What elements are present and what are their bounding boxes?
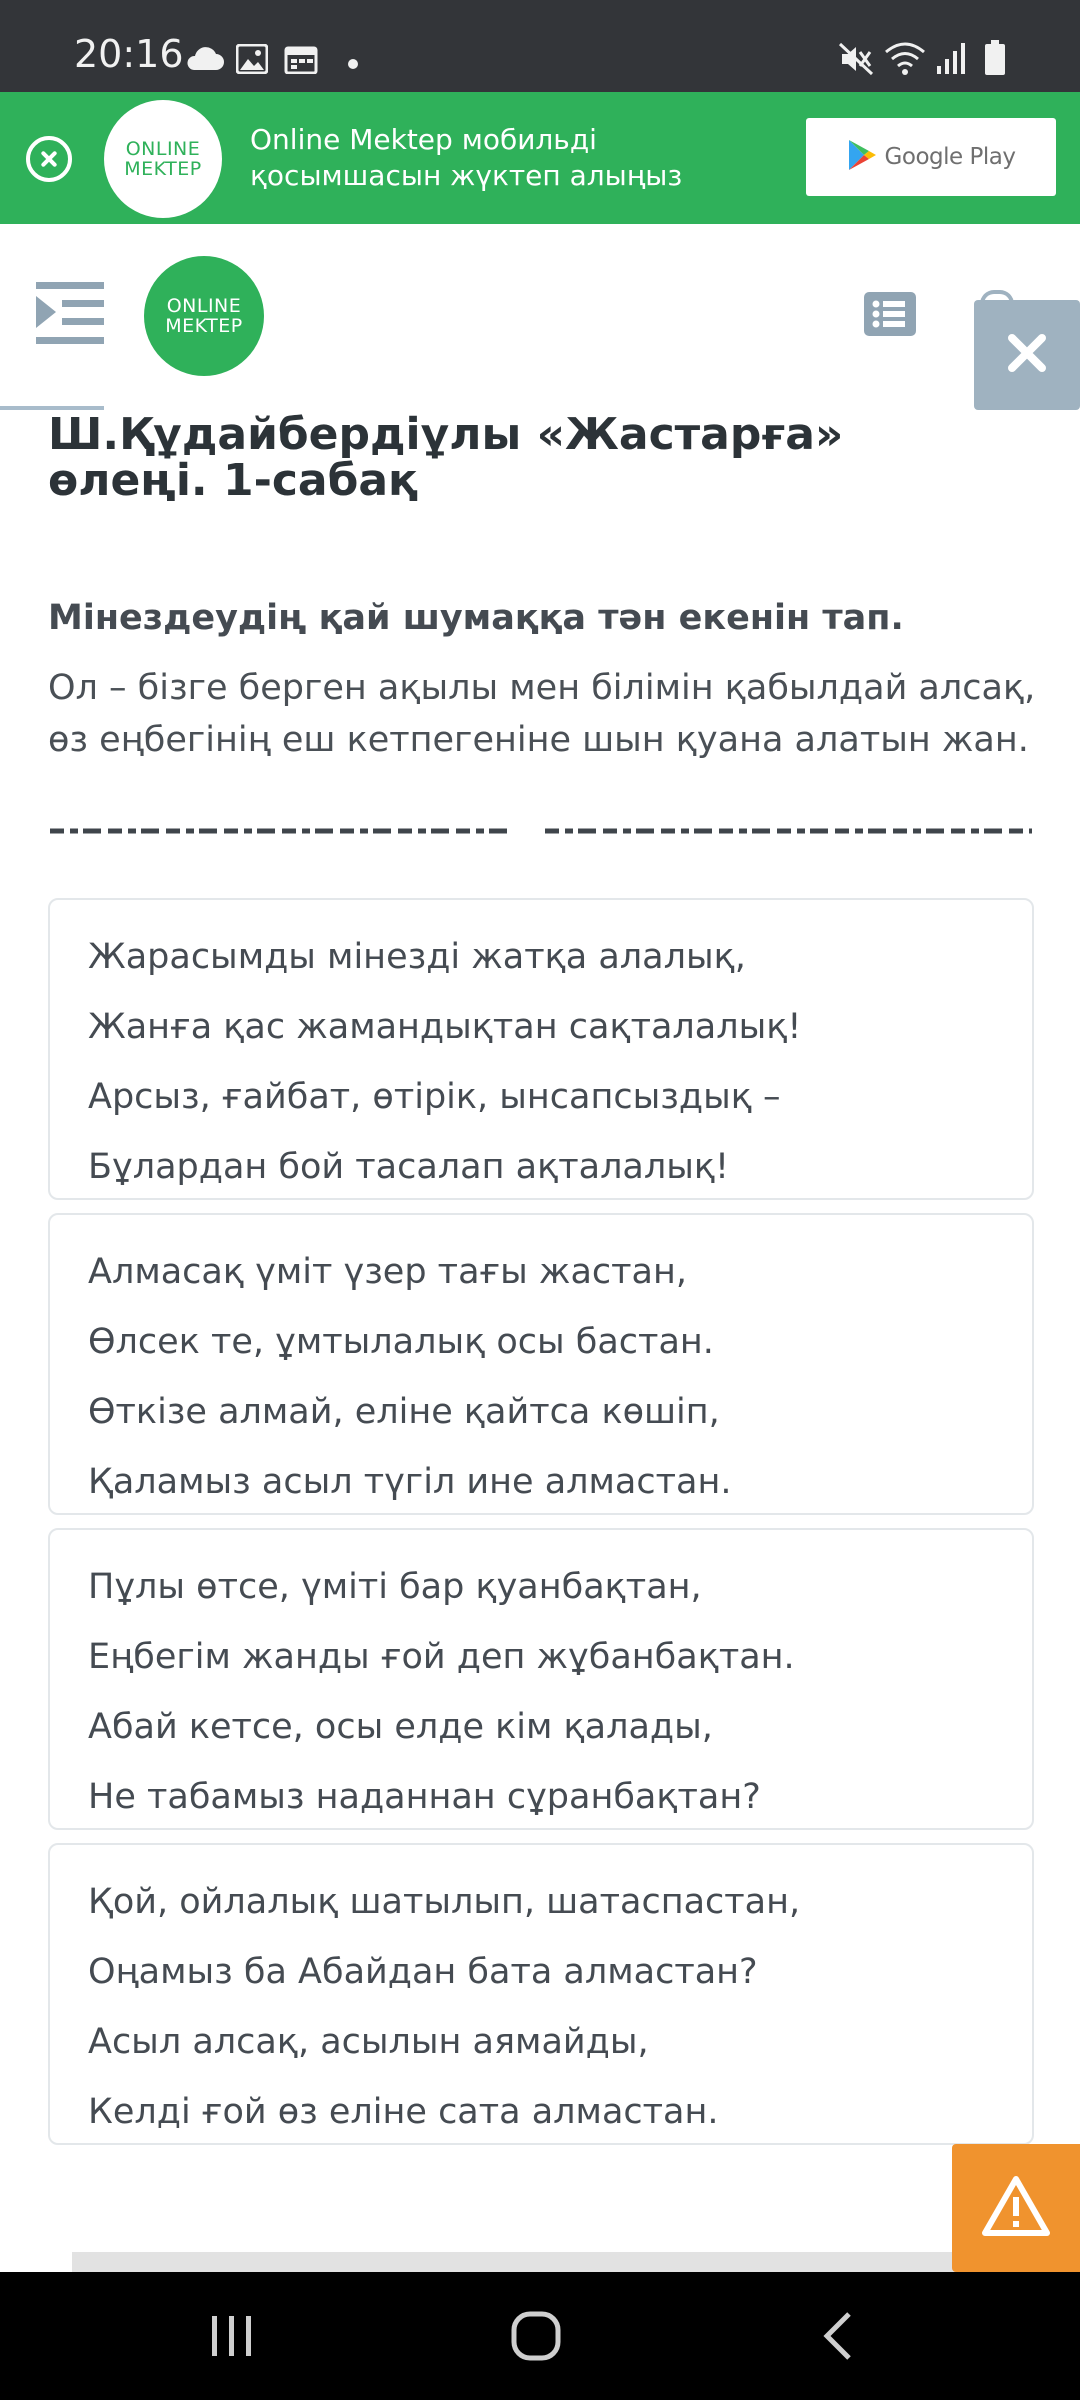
answer-option-2[interactable]: Алмасақ үміт үзер тағы жастан, Өлсек те,… [48,1213,1034,1515]
mute-icon [838,42,874,80]
report-problem-button[interactable] [952,2144,1080,2272]
option-line: Өткізе алмай, еліне қайтса көшіп, [88,1392,720,1432]
option-line: Келді ғой өз еліне сата алмастан. [88,2092,719,2132]
google-play-label: Google Play [884,144,1016,170]
option-line: Не табамыз наданнан сұранбақтан? [88,1777,761,1817]
option-line: Қаламыз асыл түгіл ине алмастан. [88,1462,732,1502]
image-icon [235,43,269,78]
option-line: Арсыз, ғайбат, өтірік, ынсапсыздық – [88,1077,781,1117]
dot-icon [348,54,358,73]
back-icon[interactable] [798,2300,878,2372]
logo-line2: MEKTEP [124,158,202,180]
option-line: Абай кетсе, осы елде кім қалады, [88,1707,713,1747]
option-line: Оңамыз ба Абайдан бата алмастан? [88,1952,758,1992]
google-play-button[interactable]: Google Play [806,118,1056,196]
google-play-icon [847,139,877,175]
header-logo-line2: MEKTEP [165,315,243,337]
header-logo[interactable]: ONLINE MEKTEP [144,256,264,376]
logo-line1: ONLINE [125,138,201,160]
signal-icon [936,42,966,78]
option-line: Асыл алсақ, асылын аямайды, [88,2022,649,2062]
option-line: Бұлардан бой тасалап ақталалық! [88,1147,730,1187]
option-line: Алмасақ үміт үзер тағы жастан, [88,1252,687,1292]
wifi-icon [884,40,926,80]
recent-apps-icon[interactable] [192,2300,272,2372]
app-download-banner: ONLINE MEKTEP Online Mektep мобильді қос… [0,92,1080,224]
close-panel-button[interactable] [974,300,1080,410]
close-icon [1007,333,1047,377]
header-logo-line1: ONLINE [166,295,242,317]
status-time: 20:16 [74,32,184,76]
calendar-icon [284,44,318,78]
list-view-icon[interactable] [864,292,916,336]
status-bar: 20:16 [0,0,1080,92]
question-text: Мінездеудің қай шумаққа тән екенін тап. [48,598,904,638]
option-line: Жарасымды мінезді жатқа алалық, [88,937,746,977]
banner-text: Online Mektep мобильді қосымшасын жүктеп… [250,123,683,192]
page-title: Ш.Құдайбердіұлы «Жастарға» өлеңі. 1-саба… [48,409,844,506]
option-line: Қой, ойлалық шатылып, шатаспастан, [88,1882,801,1922]
answer-option-4[interactable]: Қой, ойлалық шатылып, шатаспастан, Оңамы… [48,1843,1034,2145]
footer-strip [72,2252,962,2272]
answer-option-3[interactable]: Пұлы өтсе, үміті бар қуанбақтан, Еңбегім… [48,1528,1034,1830]
system-nav-bar [0,2272,1080,2400]
answer-drop-zone[interactable] [50,820,1032,834]
option-line: Еңбегім жанды ғой деп жұбанбақтан. [88,1637,795,1677]
prompt-text: Ол – бізге берген ақылы мен білімін қабы… [48,668,1036,760]
cloud-icon [184,46,224,76]
warning-icon [981,2175,1051,2241]
battery-icon [984,40,1006,80]
online-mektep-logo: ONLINE MEKTEP [104,100,222,218]
option-line: Пұлы өтсе, үміті бар қуанбақтан, [88,1567,702,1607]
menu-toggle-icon[interactable] [36,282,108,344]
answer-option-1[interactable]: Жарасымды мінезді жатқа алалық, Жанға қа… [48,898,1034,1200]
site-header: ONLINE MEKTEP [0,224,1080,412]
close-banner-icon[interactable] [26,136,72,182]
option-line: Жанға қас жамандықтан сақталалық! [88,1007,802,1047]
option-line: Өлсек те, ұмтылалық осы бастан. [88,1322,714,1362]
home-icon[interactable] [496,2300,576,2372]
